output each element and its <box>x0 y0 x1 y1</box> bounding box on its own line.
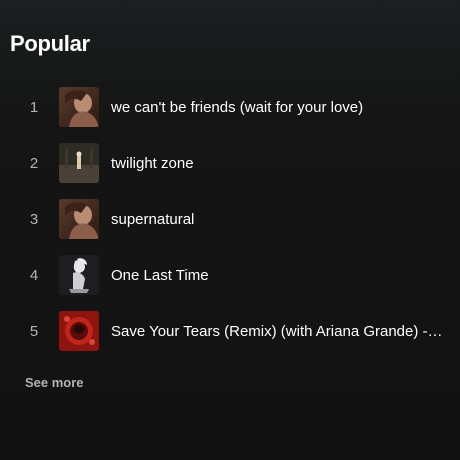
popular-tracks-section: Popular 1 we can't be friends (wait for … <box>0 0 460 460</box>
track-row[interactable]: 3 supernatural <box>0 191 460 247</box>
album-art-image <box>59 255 99 295</box>
track-title[interactable]: Save Your Tears (Remix) (with Ariana Gra… <box>111 323 445 340</box>
track-title[interactable]: supernatural <box>111 211 445 228</box>
section-title: Popular <box>10 31 90 56</box>
track-title[interactable]: One Last Time <box>111 267 445 284</box>
track-row[interactable]: 2 twilight zone <box>0 135 460 191</box>
see-more-button[interactable]: See more <box>25 375 84 390</box>
track-index: 4 <box>29 266 39 284</box>
album-art-image <box>59 143 99 183</box>
track-index: 3 <box>29 210 39 228</box>
track-index: 5 <box>29 322 39 340</box>
track-row[interactable]: 4 One Last Time <box>0 247 460 303</box>
album-art-image <box>59 311 99 351</box>
track-index: 1 <box>29 98 39 116</box>
track-row[interactable]: 5 Save Your Tears (Remix) (with Ariana G… <box>0 303 460 359</box>
track-row[interactable]: 1 we can't be friends (wait for your lov <box>0 79 460 135</box>
album-art-image <box>59 199 99 239</box>
track-index: 2 <box>29 154 39 172</box>
track-title[interactable]: we can't be friends (wait for your love) <box>111 99 445 116</box>
track-list: 1 we can't be friends (wait for your lov <box>0 79 460 359</box>
album-art-image <box>59 87 99 127</box>
track-title[interactable]: twilight zone <box>111 155 445 172</box>
